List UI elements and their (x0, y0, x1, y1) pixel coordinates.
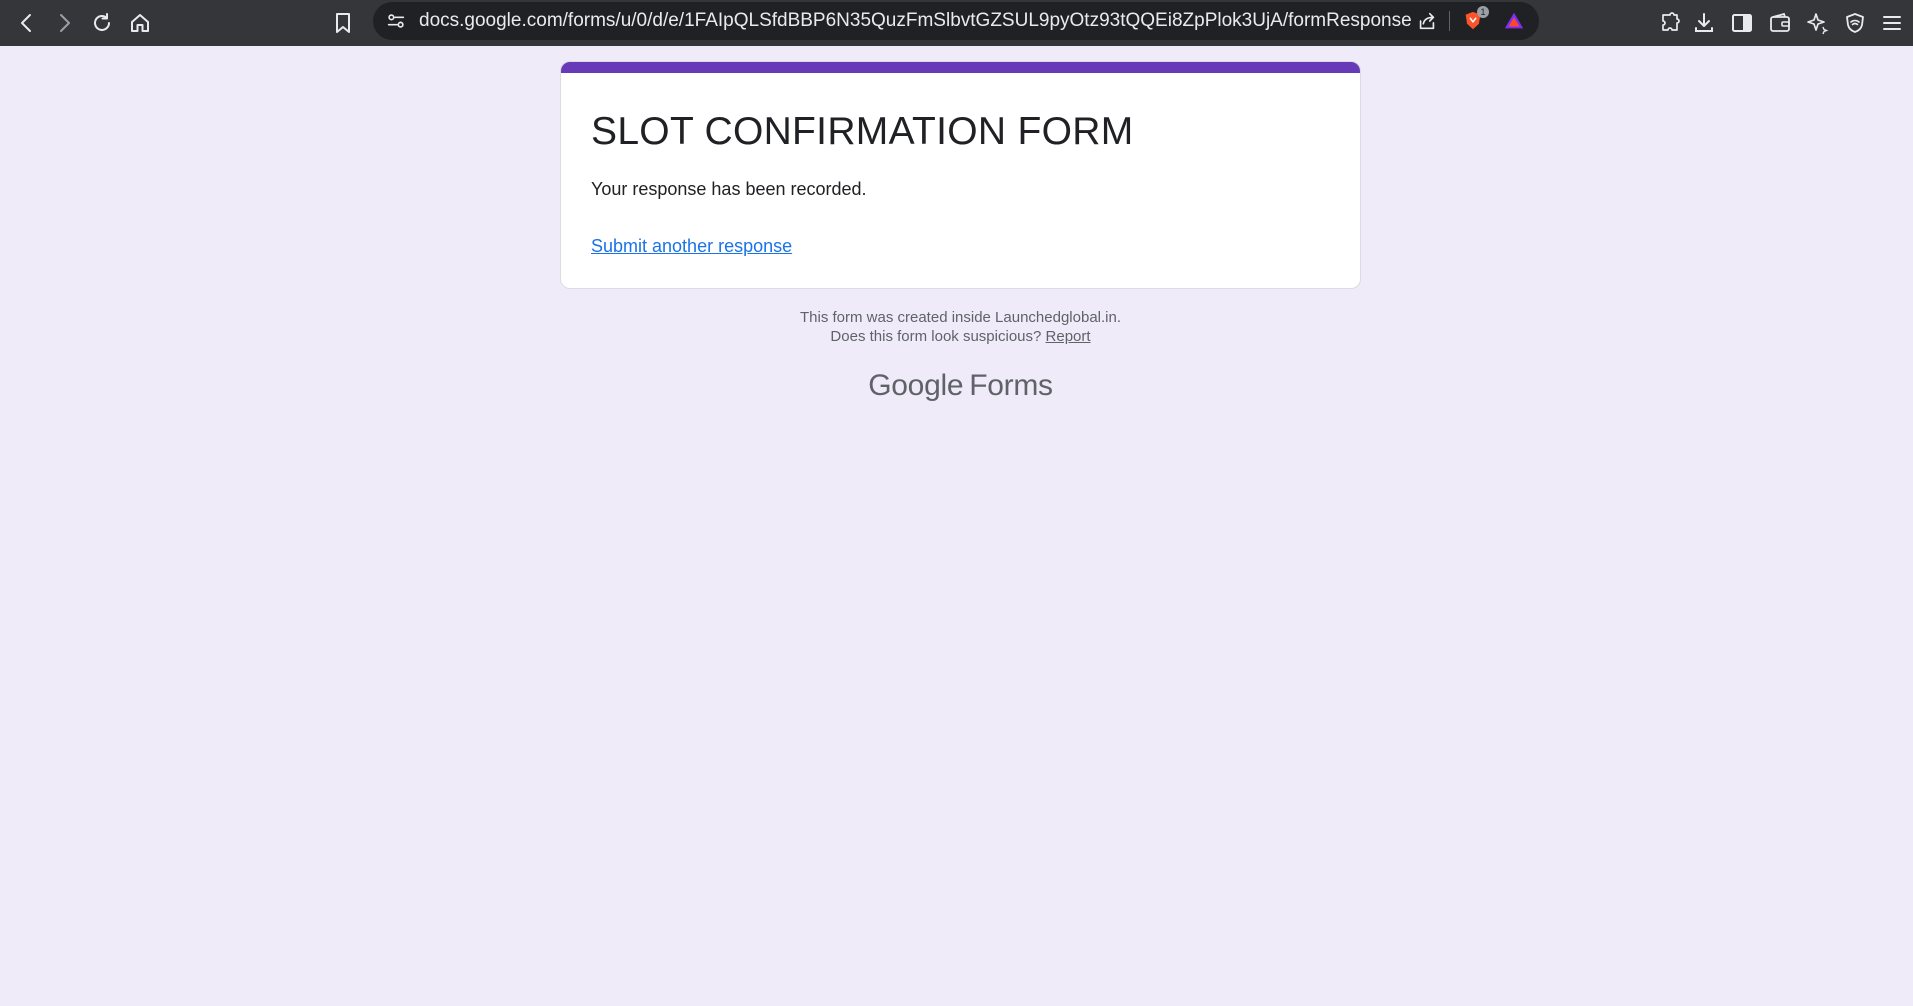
back-icon[interactable] (10, 6, 44, 40)
sidebar-icon[interactable] (1725, 6, 1759, 40)
brave-rewards-icon[interactable] (1501, 8, 1527, 34)
confirmation-message: Your response has been recorded. (591, 179, 867, 199)
forward-icon[interactable] (47, 6, 81, 40)
address-bar-divider (1449, 11, 1450, 31)
suspicious-text: Does this form look suspicious? (830, 328, 1042, 345)
created-inside-text: This form was created inside Launchedglo… (799, 309, 1121, 326)
home-icon[interactable] (123, 6, 157, 40)
share-icon[interactable] (1414, 8, 1440, 34)
address-bar[interactable]: docs.google.com/forms/u/0/d/e/1FAIpQLSfd… (373, 2, 1539, 40)
submit-another-response-link[interactable]: Submit another response (591, 236, 792, 257)
report-link[interactable]: Report (1046, 328, 1091, 345)
form-card: SLOT CONFIRMATION FORM Your response has… (560, 61, 1361, 289)
suspicious-line: Does this form look suspicious? Report (560, 327, 1361, 346)
logo-forms-text: Forms (969, 369, 1053, 402)
form-title: SLOT CONFIRMATION FORM (591, 110, 1134, 153)
url-text[interactable]: docs.google.com/forms/u/0/d/e/1FAIpQLSfd… (419, 2, 1412, 40)
download-icon[interactable] (1687, 6, 1721, 40)
leo-ai-icon[interactable] (1800, 6, 1834, 40)
brave-shield-icon[interactable]: 1 (1460, 6, 1489, 34)
browser-toolbar: docs.google.com/forms/u/0/d/e/1FAIpQLSfd… (0, 0, 1913, 46)
menu-icon[interactable] (1875, 6, 1909, 40)
reload-icon[interactable] (85, 6, 119, 40)
extensions-icon[interactable] (1653, 6, 1687, 40)
form-footer: This form was created inside Launchedglo… (560, 308, 1361, 346)
site-settings-icon[interactable] (383, 8, 409, 34)
wallet-icon[interactable] (1763, 6, 1797, 40)
shield-badge: 1 (1477, 6, 1489, 18)
form-accent-bar (561, 62, 1360, 73)
google-forms-logo[interactable]: Google Forms (560, 369, 1361, 403)
logo-google-text: Google (868, 369, 964, 402)
vpn-icon[interactable] (1838, 6, 1872, 40)
bookmark-icon[interactable] (326, 6, 360, 40)
